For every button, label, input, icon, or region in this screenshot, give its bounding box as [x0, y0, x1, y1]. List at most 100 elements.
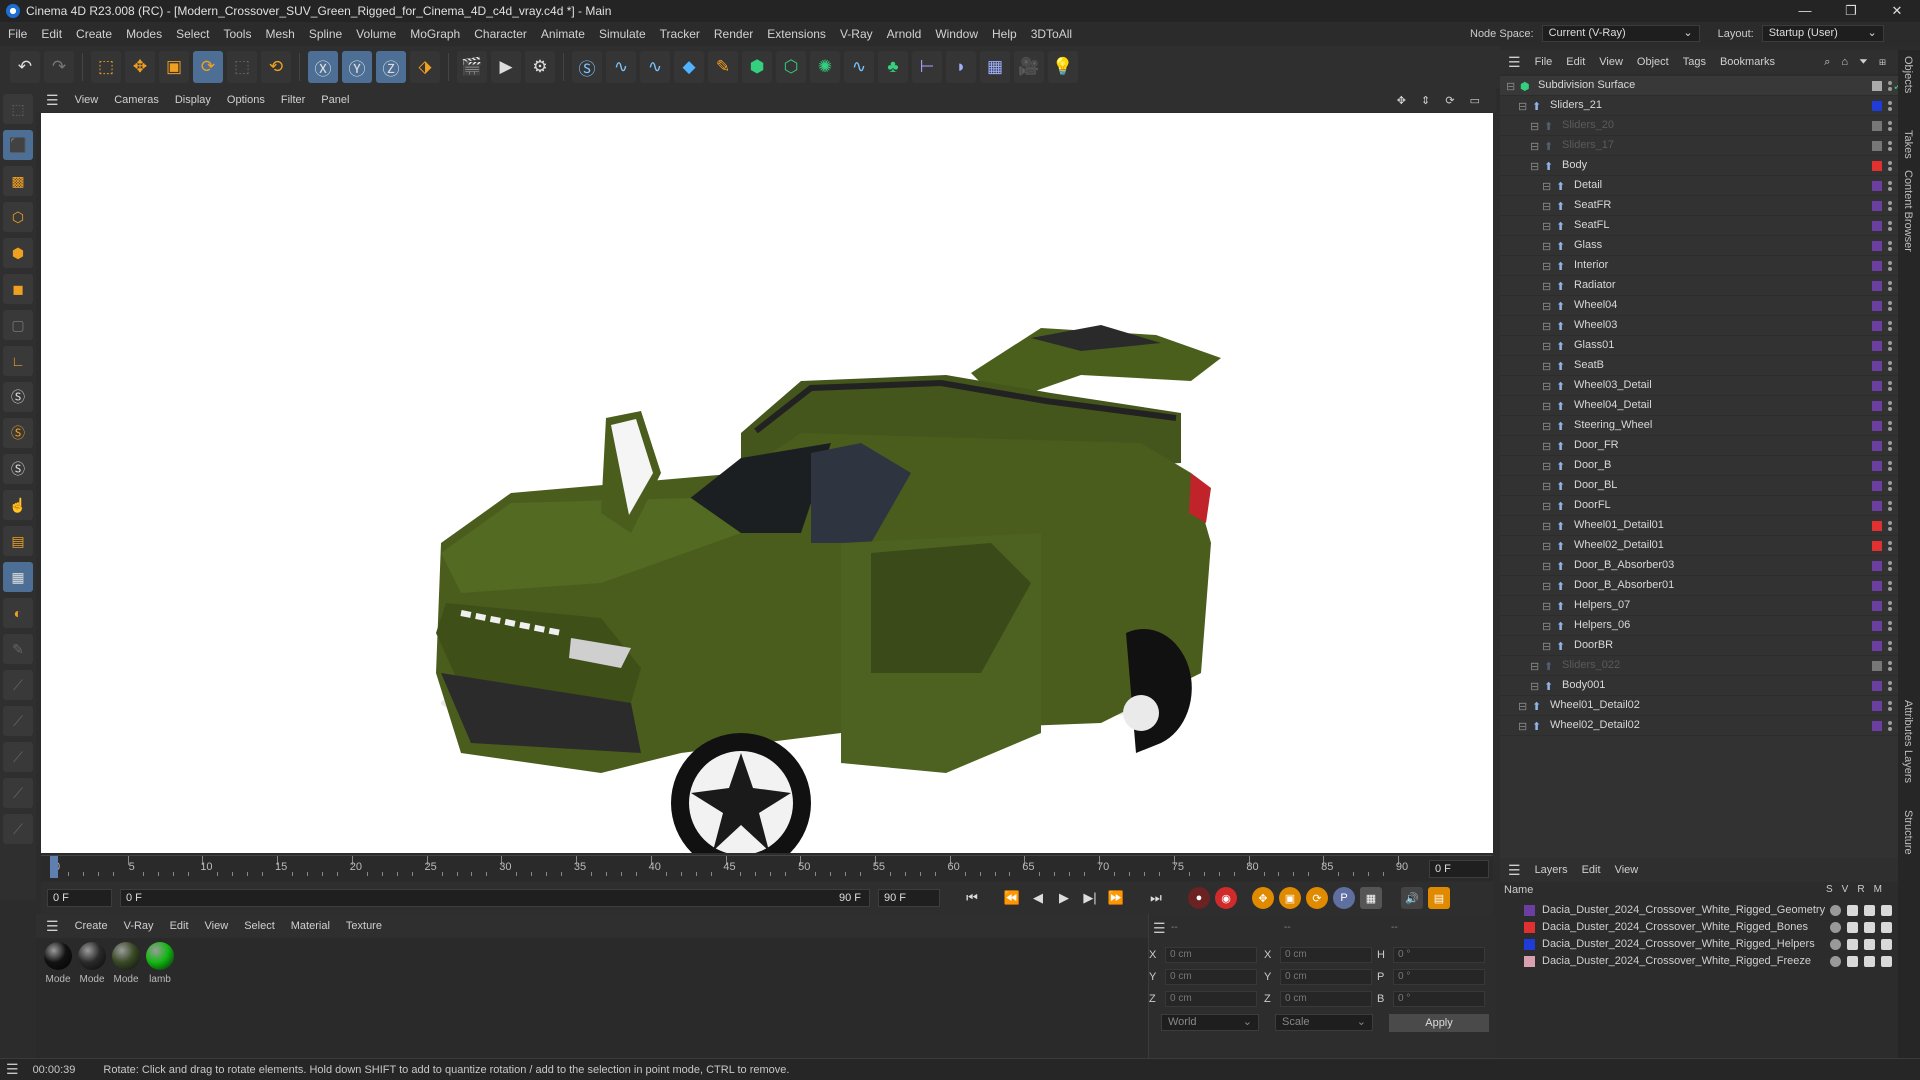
editor-visibility-dot[interactable]: [1888, 101, 1892, 105]
objects-menu-view[interactable]: View: [1599, 56, 1623, 68]
render-visibility-dot[interactable]: [1888, 207, 1892, 211]
render-visibility-dot[interactable]: [1888, 467, 1892, 471]
next-frame-icon[interactable]: ▶|: [1078, 886, 1102, 910]
texture-mode-icon[interactable]: ▩: [3, 166, 33, 196]
viewport-nav-icons[interactable]: ✥ ⇕ ⟳ ▭: [1397, 94, 1486, 107]
go-to-end-icon[interactable]: ⏭: [1144, 886, 1168, 910]
menu-volume[interactable]: Volume: [356, 27, 396, 41]
menu-spline[interactable]: Spline: [309, 27, 342, 41]
editor-visibility-dot[interactable]: [1888, 481, 1892, 485]
expand-toggle-icon[interactable]: ⊟: [1542, 300, 1551, 313]
layer-color-swatch[interactable]: [1872, 361, 1882, 371]
pen-icon[interactable]: ✎: [708, 51, 738, 83]
frame-readout[interactable]: 0 F: [1429, 860, 1489, 878]
object-row[interactable]: ⊟ ⬆ Glass01: [1500, 336, 1898, 356]
python-icon[interactable]: ∿: [606, 51, 636, 83]
render-visibility-dot[interactable]: [1888, 727, 1892, 731]
editor-visibility-dot[interactable]: [1888, 321, 1892, 325]
expand-toggle-icon[interactable]: ⊟: [1542, 320, 1551, 333]
y-axis-icon[interactable]: Ⓨ: [342, 51, 372, 83]
z-position-field[interactable]: 0 cm: [1165, 991, 1257, 1007]
object-row[interactable]: ⊟ ⬆ Wheel03: [1500, 316, 1898, 336]
weight-tool-icon[interactable]: ⟋: [3, 814, 33, 844]
object-row[interactable]: ⊟ ⬆ Wheel03_Detail: [1500, 376, 1898, 396]
editor-visibility-dot[interactable]: [1888, 261, 1892, 265]
render-visibility-dot[interactable]: [1888, 687, 1892, 691]
redo-icon[interactable]: ↷: [44, 51, 74, 83]
solo-toggle-icon[interactable]: [1830, 922, 1841, 933]
editor-visibility-dot[interactable]: [1888, 341, 1892, 345]
object-row[interactable]: ⊟ ⬆ Door_FR: [1500, 436, 1898, 456]
layer-color-swatch[interactable]: [1872, 181, 1882, 191]
previous-frame-icon[interactable]: ◀: [1026, 886, 1050, 910]
object-row[interactable]: ⊟ ⬆ Door_B_Absorber01: [1500, 576, 1898, 596]
object-row[interactable]: ⊟ ⬆ Sliders_022: [1500, 656, 1898, 676]
editor-visibility-dot[interactable]: [1888, 401, 1892, 405]
layer-color-swatch[interactable]: [1872, 121, 1882, 131]
object-row[interactable]: ⊟ ⬆ SeatB: [1500, 356, 1898, 376]
side-tab-content-browser[interactable]: Content Browser: [1902, 170, 1914, 252]
object-row[interactable]: ⊟ ⬆ Body001: [1500, 676, 1898, 696]
workplane-icon[interactable]: ▤: [3, 526, 33, 556]
side-tab-layers[interactable]: Layers: [1902, 750, 1914, 783]
layer-color-swatch[interactable]: [1872, 221, 1882, 231]
side-tab-attributes[interactable]: Attributes: [1902, 700, 1914, 746]
editor-visibility-dot[interactable]: [1888, 181, 1892, 185]
menu-character[interactable]: Character: [474, 27, 527, 41]
layer-row[interactable]: Dacia_Duster_2024_Crossover_White_Rigged…: [1500, 919, 1898, 936]
layer-color-swatch[interactable]: [1872, 701, 1882, 711]
side-tab-structure[interactable]: Structure: [1902, 810, 1914, 855]
object-row[interactable]: ⊟ ⬆ SeatFL: [1500, 216, 1898, 236]
layer-col-solo[interactable]: S: [1826, 884, 1833, 895]
editor-visibility-dot[interactable]: [1888, 381, 1892, 385]
viewport-menu-filter[interactable]: Filter: [281, 94, 305, 106]
visible-toggle-icon[interactable]: [1847, 939, 1858, 950]
object-row[interactable]: ⊟ ⬆ Wheel04_Detail: [1500, 396, 1898, 416]
expand-toggle-icon[interactable]: ⊟: [1542, 460, 1551, 473]
layers-menu-view[interactable]: View: [1615, 864, 1639, 876]
hamburger-icon[interactable]: ☰: [46, 918, 59, 935]
snap-settings-icon[interactable]: Ⓢ: [3, 418, 33, 448]
editor-visibility-dot[interactable]: [1888, 121, 1892, 125]
material-menu-material[interactable]: Material: [291, 920, 330, 932]
object-row[interactable]: ⊟ ⬆ Wheel04: [1500, 296, 1898, 316]
cube-icon[interactable]: ◆: [674, 51, 704, 83]
render-visibility-dot[interactable]: [1888, 587, 1892, 591]
layer-col-render[interactable]: R: [1857, 884, 1864, 895]
layer-color-swatch[interactable]: [1872, 721, 1882, 731]
editor-visibility-dot[interactable]: [1888, 581, 1892, 585]
heading-field[interactable]: 0 °: [1393, 947, 1485, 963]
render-visibility-dot[interactable]: [1888, 647, 1892, 651]
expand-toggle-icon[interactable]: ⊟: [1542, 180, 1551, 193]
menu-extensions[interactable]: Extensions: [767, 27, 826, 41]
render-visibility-dot[interactable]: [1888, 307, 1892, 311]
expand-toggle-icon[interactable]: ⊟: [1542, 340, 1551, 353]
points-mode-icon[interactable]: ⬡: [3, 202, 33, 232]
solo-toggle-icon[interactable]: [1830, 939, 1841, 950]
layers-menu-layers[interactable]: Layers: [1535, 864, 1568, 876]
viewport-menu-view[interactable]: View: [75, 94, 99, 106]
editor-visibility-dot[interactable]: [1888, 221, 1892, 225]
frame-range-slider[interactable]: 0 F 90 F: [120, 889, 870, 907]
minimize-button[interactable]: —: [1782, 0, 1828, 22]
recent-tool-icon[interactable]: ⬚: [227, 51, 257, 83]
render-visibility-dot[interactable]: [1888, 507, 1892, 511]
object-row[interactable]: ⊟ ⬆ Helpers_07: [1500, 596, 1898, 616]
pitch-field[interactable]: 0 °: [1393, 969, 1485, 985]
object-row[interactable]: ⊟ ⬆ Wheel01_Detail01: [1500, 516, 1898, 536]
timeline-settings-icon[interactable]: ▤: [1428, 887, 1450, 909]
menu-3dtoall[interactable]: 3DToAll: [1031, 27, 1072, 41]
render-visibility-dot[interactable]: [1888, 247, 1892, 251]
object-row[interactable]: ⊟ ⬆ Door_BL: [1500, 476, 1898, 496]
expand-toggle-icon[interactable]: ⊟: [1542, 580, 1551, 593]
editor-visibility-dot[interactable]: [1888, 541, 1892, 545]
timeline-ruler[interactable]: 051015202530354045505560657075808590 0 F: [41, 855, 1493, 881]
layer-color-swatch[interactable]: [1524, 956, 1535, 967]
expand-toggle-icon[interactable]: ⊟: [1542, 480, 1551, 493]
expand-toggle-icon[interactable]: ⊟: [1530, 680, 1539, 693]
render-visibility-dot[interactable]: [1888, 547, 1892, 551]
manager-toggle-icon[interactable]: [1881, 905, 1892, 916]
previous-key-icon[interactable]: ⏪: [1000, 886, 1024, 910]
material-swatch[interactable]: lamb: [144, 942, 176, 985]
close-button[interactable]: ✕: [1874, 0, 1920, 22]
